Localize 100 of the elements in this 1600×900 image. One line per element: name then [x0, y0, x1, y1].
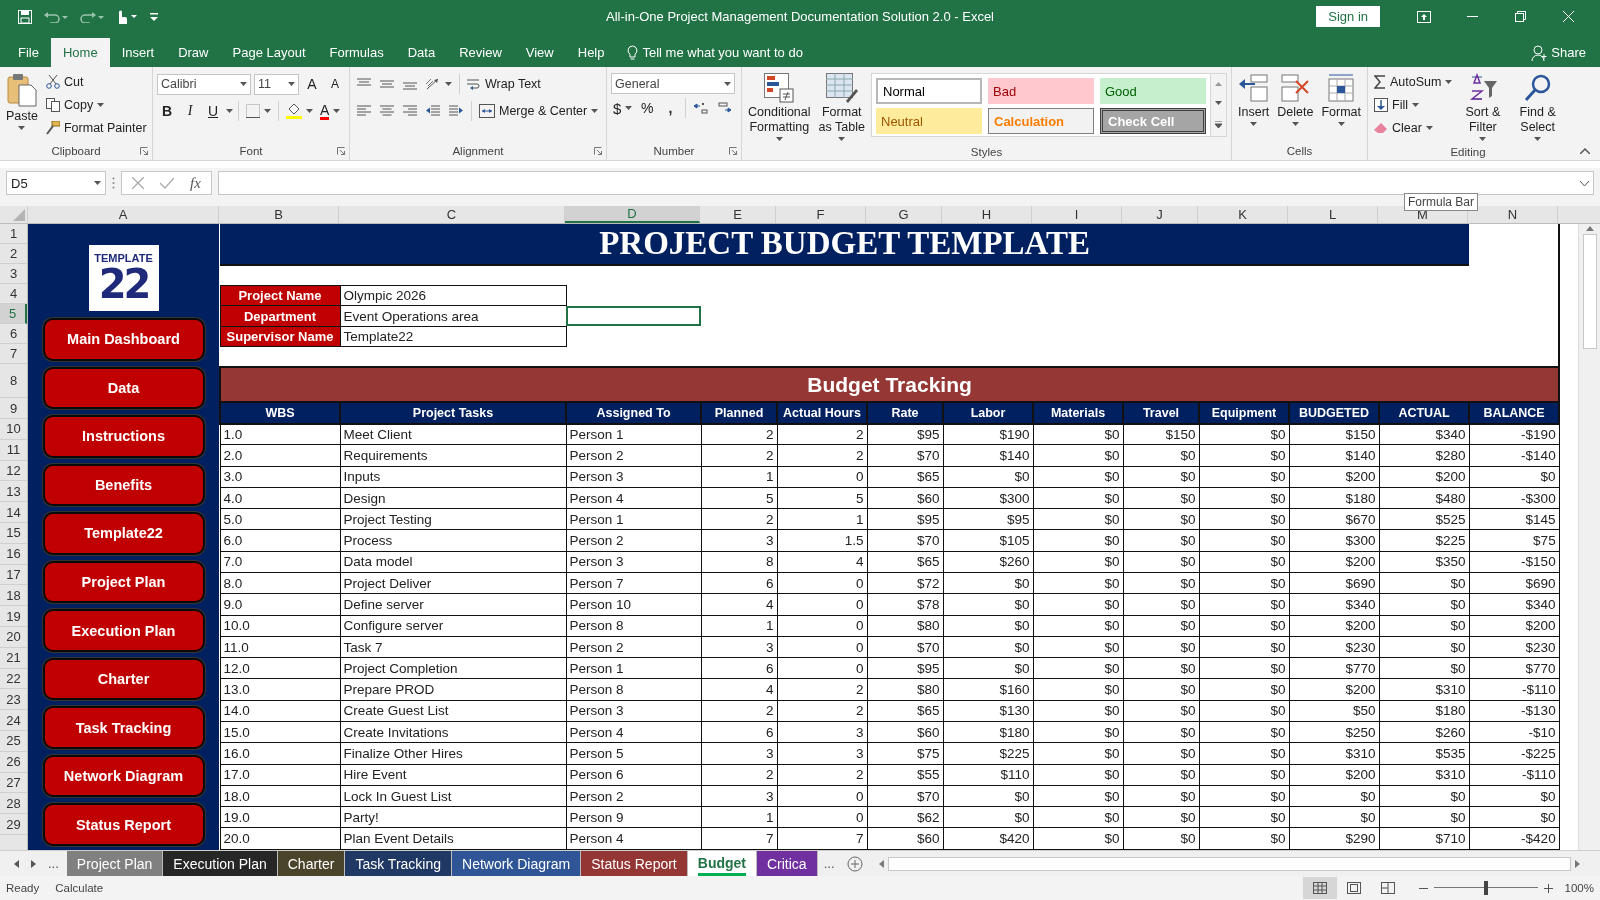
row-header[interactable]: 3: [0, 264, 27, 284]
shrink-font-button[interactable]: A: [325, 73, 345, 95]
row-header[interactable]: 10: [0, 419, 27, 440]
row-header[interactable]: 26: [0, 751, 27, 773]
column-header[interactable]: J: [1122, 206, 1198, 223]
format-button[interactable]: Format: [1319, 71, 1363, 142]
more-sheets-button[interactable]: ...: [817, 851, 841, 876]
previous-sheet-button[interactable]: [14, 859, 19, 868]
sheet-tab[interactable]: Project Plan: [66, 851, 164, 876]
ribbon-tab[interactable]: Page Layout: [220, 38, 318, 67]
row-header[interactable]: 27: [0, 772, 27, 794]
share-button[interactable]: Share: [1517, 38, 1600, 67]
row-header[interactable]: 7: [0, 344, 27, 364]
nav-button[interactable]: Charter: [42, 657, 205, 701]
sheet-tab[interactable]: Execution Plan: [163, 851, 278, 876]
row-header[interactable]: 23: [0, 689, 27, 711]
zoom-in-button[interactable]: [1543, 883, 1553, 893]
ribbon-tab[interactable]: File: [6, 38, 51, 67]
nav-button[interactable]: Data: [42, 366, 205, 410]
row-header[interactable]: 5: [0, 304, 27, 324]
field-value[interactable]: Template22: [340, 326, 566, 347]
row-header[interactable]: 25: [0, 730, 27, 752]
row-header[interactable]: 17: [0, 564, 27, 586]
row-header[interactable]: 20: [0, 626, 27, 648]
font-color-button[interactable]: A: [318, 100, 343, 122]
row-header[interactable]: 15: [0, 523, 27, 544]
format-as-table-button[interactable]: Format as Table: [816, 71, 867, 143]
find-select-button[interactable]: Find & Select: [1511, 71, 1564, 143]
dialog-launcher-button[interactable]: [337, 147, 345, 155]
row-header[interactable]: 19: [0, 606, 27, 627]
cut-button[interactable]: Cut: [43, 71, 149, 93]
dialog-launcher-button[interactable]: [594, 147, 602, 155]
fill-button[interactable]: Fill: [1372, 94, 1455, 116]
grow-font-button[interactable]: A: [302, 73, 322, 95]
row-header[interactable]: 28: [0, 793, 27, 815]
clear-button[interactable]: Clear: [1372, 117, 1455, 139]
tell-me-search[interactable]: Tell me what you want to do: [616, 38, 813, 67]
row-header[interactable]: 12: [0, 460, 27, 482]
format-painter-button[interactable]: Format Painter: [43, 117, 149, 139]
ribbon-tab[interactable]: Draw: [166, 38, 221, 67]
scroll-thumb[interactable]: [1582, 234, 1597, 349]
row-header[interactable]: 22: [0, 668, 27, 690]
column-header[interactable]: A: [28, 206, 219, 223]
ribbon-tab[interactable]: View: [513, 38, 566, 67]
sheet-tab[interactable]: Charter: [277, 851, 346, 876]
more-sheets-button[interactable]: ...: [48, 856, 59, 871]
column-header[interactable]: I: [1032, 206, 1122, 223]
collapse-ribbon-button[interactable]: [1580, 148, 1590, 154]
font-name-dropdown[interactable]: Calibri: [157, 73, 251, 95]
selected-cell[interactable]: [566, 305, 701, 327]
row-header[interactable]: 2: [0, 244, 27, 264]
row-header[interactable]: 9: [0, 398, 27, 419]
nav-button[interactable]: Execution Plan: [42, 609, 205, 652]
column-header[interactable]: K: [1198, 206, 1288, 223]
zoom-level[interactable]: 100%: [1564, 882, 1594, 894]
column-header[interactable]: H: [942, 206, 1032, 223]
currency-button[interactable]: $: [611, 97, 635, 119]
sheet-tab[interactable]: Budget: [687, 851, 757, 876]
cell-style-swatch[interactable]: Normal: [876, 78, 982, 104]
sheet-tab[interactable]: Critica: [757, 851, 818, 876]
row-header[interactable]: 13: [0, 481, 27, 503]
column-header[interactable]: L: [1288, 206, 1378, 223]
italic-button[interactable]: I: [180, 100, 200, 122]
vertical-scrollbar[interactable]: [1578, 224, 1600, 850]
copy-button[interactable]: Copy: [43, 94, 149, 116]
conditional-formatting-button[interactable]: Conditional Formatting: [746, 71, 813, 143]
font-size-dropdown[interactable]: 11: [254, 73, 299, 95]
column-header[interactable]: B: [219, 206, 339, 223]
row-header[interactable]: 16: [0, 543, 27, 565]
row-header[interactable]: 14: [0, 502, 27, 523]
scroll-thumb[interactable]: [887, 856, 1571, 871]
ribbon-tab[interactable]: Insert: [109, 38, 167, 67]
next-sheet-button[interactable]: [31, 859, 36, 868]
row-header[interactable]: 8: [0, 364, 27, 398]
nav-button[interactable]: Status Report: [42, 803, 205, 846]
nav-button[interactable]: Template22: [42, 512, 205, 555]
cell-style-swatch[interactable]: Good: [1100, 78, 1206, 104]
ribbon-tab[interactable]: Review: [447, 38, 514, 67]
comma-style-button[interactable]: ,: [660, 97, 681, 119]
column-header[interactable]: E: [700, 206, 776, 223]
ribbon-tab[interactable]: Data: [395, 38, 448, 67]
sheet-tab[interactable]: Status Report: [581, 851, 688, 876]
bold-button[interactable]: B: [157, 100, 177, 122]
row-header[interactable]: 11: [0, 439, 27, 461]
nav-button[interactable]: Instructions: [42, 415, 205, 458]
row-header[interactable]: 29: [0, 814, 27, 835]
wrap-text-button[interactable]: Wrap Text: [465, 73, 543, 95]
column-header[interactable]: G: [866, 206, 942, 223]
nav-button[interactable]: Main Dashboard: [42, 318, 205, 361]
ribbon-tab[interactable]: Home: [50, 38, 110, 67]
cell-style-swatch[interactable]: Neutral: [876, 108, 982, 134]
ribbon-tab[interactable]: Help: [565, 38, 617, 67]
formula-input-field[interactable]: [217, 171, 1594, 195]
autosum-button[interactable]: AutoSum: [1372, 71, 1455, 93]
column-header[interactable]: F: [776, 206, 866, 223]
dialog-launcher-button[interactable]: [729, 147, 737, 155]
sheet-tab[interactable]: Network Diagram: [452, 851, 582, 876]
field-value[interactable]: Olympic 2026: [340, 285, 566, 306]
normal-view-button[interactable]: [1302, 877, 1337, 899]
sort-filter-button[interactable]: Sort & Filter: [1458, 71, 1508, 143]
